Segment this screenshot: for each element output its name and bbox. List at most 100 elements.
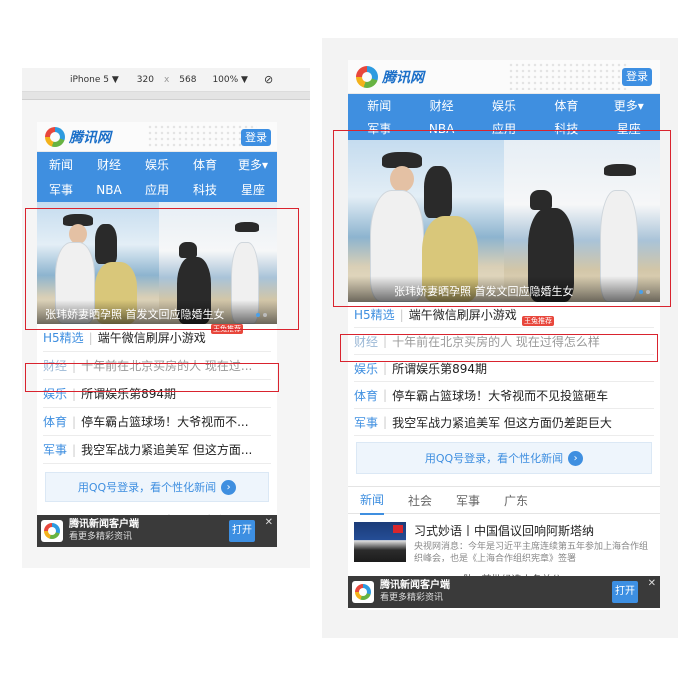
list-item-tag[interactable]: H5精选 bbox=[354, 306, 395, 323]
zoom-select[interactable]: 100% ▼ bbox=[212, 75, 248, 85]
list-item[interactable]: 军事 | 我空军战力紧追美军 但这方面仍差距巨大 bbox=[354, 409, 654, 436]
hair-shape bbox=[179, 242, 197, 258]
list-item-title[interactable]: 所谓娱乐第894期 bbox=[392, 360, 487, 377]
news-list: H5精选 | 端午微信刷屏小游戏 王兔推荐 财经 | 十年前在北京买房的人 现在… bbox=[37, 324, 277, 529]
site-logo-text[interactable]: 腾讯网 bbox=[382, 67, 424, 87]
nav-item-ent[interactable]: 娱乐 bbox=[133, 152, 181, 177]
nav-item-news[interactable]: 新闻 bbox=[37, 152, 85, 177]
nav-item-more[interactable]: 更多▾ bbox=[598, 94, 660, 117]
list-item-tag[interactable]: 财经 bbox=[354, 333, 378, 350]
banner-carousel[interactable]: 张玮娇妻晒孕照 首发文回应隐婚生女 bbox=[37, 202, 277, 324]
nav-item-finance[interactable]: 财经 bbox=[85, 152, 133, 177]
nav-item-astro[interactable]: 星座 bbox=[229, 177, 277, 202]
nav-item-military[interactable]: 军事 bbox=[37, 177, 85, 202]
width-field[interactable]: 320 bbox=[137, 75, 154, 85]
channel-nav: 新闻 财经 娱乐 体育 更多▾ 军事 NBA 应用 科技 星座 bbox=[37, 152, 277, 202]
open-app-button[interactable]: 打开 bbox=[612, 581, 638, 603]
mobile-page-left: 腾讯网 登录 新闻 财经 娱乐 体育 更多▾ 军事 NBA 应用 科技 星座 张… bbox=[37, 122, 277, 547]
times-label: x bbox=[163, 74, 170, 85]
list-item-title[interactable]: 我空军战力紧追美军 但这方面... bbox=[81, 441, 252, 458]
list-item[interactable]: 财经 | 十年前在北京买房的人 现在过得怎么样 bbox=[354, 328, 654, 355]
tab-guangdong[interactable]: 广东 bbox=[504, 492, 528, 509]
face-shape bbox=[390, 166, 414, 192]
nav-item-apps[interactable]: 应用 bbox=[133, 177, 181, 202]
list-item-title[interactable]: 端午微信刷屏小游戏 bbox=[409, 306, 517, 323]
app-name: 腾讯新闻客户端 bbox=[380, 580, 450, 591]
article-title[interactable]: 习式妙语丨中国倡议回响阿斯塔纳 bbox=[414, 522, 654, 539]
article-item[interactable]: 习式妙语丨中国倡议回响阿斯塔纳 央视网消息：今年是习近平主席连续第五年参加上海合… bbox=[348, 514, 660, 565]
carousel-dots[interactable] bbox=[639, 290, 650, 294]
list-item-tag[interactable]: 财经 bbox=[43, 357, 67, 374]
news-list: H5精选 | 端午微信刷屏小游戏 王兔推荐 财经 | 十年前在北京买房的人 现在… bbox=[348, 302, 660, 474]
qq-logo-icon bbox=[45, 126, 65, 147]
nav-item-ent[interactable]: 娱乐 bbox=[473, 94, 535, 117]
list-item[interactable]: H5精选 | 端午微信刷屏小游戏 王兔推荐 bbox=[43, 324, 271, 352]
list-item-tag[interactable]: 军事 bbox=[354, 414, 378, 431]
list-item-title[interactable]: 我空军战力紧追美军 但这方面仍差距巨大 bbox=[392, 414, 612, 431]
close-icon[interactable]: ✕ bbox=[265, 517, 273, 528]
app-download-bar: 腾讯新闻客户端 看更多精彩资讯 打开 ✕ bbox=[37, 515, 277, 547]
list-item[interactable]: 娱乐 | 所谓娱乐第894期 bbox=[43, 380, 271, 408]
list-item[interactable]: 财经 | 十年前在北京买房的人 现在过... bbox=[43, 352, 271, 380]
hair-shape bbox=[530, 190, 552, 210]
app-download-bar: 腾讯新闻客户端 看更多精彩资讯 打开 ✕ bbox=[348, 576, 660, 608]
list-item[interactable]: 娱乐 | 所谓娱乐第894期 bbox=[354, 355, 654, 382]
list-item-tag[interactable]: 体育 bbox=[354, 387, 378, 404]
hat-shape bbox=[604, 164, 636, 176]
list-item-title[interactable]: 所谓娱乐第894期 bbox=[81, 385, 176, 402]
nav-item-apps[interactable]: 应用 bbox=[473, 117, 535, 140]
nav-item-nba[interactable]: NBA bbox=[85, 177, 133, 202]
app-icon bbox=[352, 581, 374, 603]
face-shape bbox=[69, 224, 87, 244]
nav-item-military[interactable]: 军事 bbox=[348, 117, 410, 140]
nav-item-more[interactable]: 更多▾ bbox=[229, 152, 277, 177]
app-subtitle: 看更多精彩资讯 bbox=[69, 532, 133, 542]
list-item-tag[interactable]: 娱乐 bbox=[43, 385, 67, 402]
list-item-tag[interactable]: 娱乐 bbox=[354, 360, 378, 377]
site-logo-text[interactable]: 腾讯网 bbox=[69, 127, 111, 147]
app-subtitle: 看更多精彩资讯 bbox=[380, 593, 444, 603]
list-item[interactable]: 体育 | 停车霸占篮球场！大爷视而不见投篮砸车 bbox=[354, 382, 654, 409]
article-thumbnail bbox=[354, 522, 406, 562]
open-app-button[interactable]: 打开 bbox=[229, 520, 255, 542]
qq-login-button[interactable]: 用QQ号登录，看个性化新闻 › bbox=[356, 442, 652, 474]
device-toolbar: iPhone 5 ▼ 320 x 568 100% ▼ ⊘ bbox=[22, 68, 310, 92]
list-item-tag[interactable]: 军事 bbox=[43, 441, 67, 458]
carousel-dots[interactable] bbox=[256, 313, 267, 317]
nav-item-sports[interactable]: 体育 bbox=[535, 94, 597, 117]
tab-news[interactable]: 新闻 bbox=[360, 486, 385, 515]
rotate-icon[interactable]: ⊘ bbox=[264, 73, 273, 86]
banner-carousel[interactable]: 张玮娇妻晒孕照 首发文回应隐婚生女 bbox=[348, 140, 660, 302]
app-name: 腾讯新闻客户端 bbox=[69, 519, 139, 530]
list-item-title[interactable]: 十年前在北京买房的人 现在过得怎么样 bbox=[392, 333, 600, 350]
device-select[interactable]: iPhone 5 ▼ bbox=[70, 75, 119, 85]
tab-society[interactable]: 社会 bbox=[408, 492, 432, 509]
list-item-tag[interactable]: H5精选 bbox=[43, 329, 84, 346]
list-item-title[interactable]: 停车霸占篮球场！大爷视而不见投篮砸车 bbox=[392, 387, 608, 404]
nav-item-nba[interactable]: NBA bbox=[410, 117, 472, 140]
login-button[interactable]: 登录 bbox=[241, 129, 271, 146]
world-map-dots bbox=[508, 62, 628, 90]
list-item-title[interactable]: 端午微信刷屏小游戏 bbox=[98, 329, 206, 346]
nav-item-news[interactable]: 新闻 bbox=[348, 94, 410, 117]
nav-item-tech[interactable]: 科技 bbox=[181, 177, 229, 202]
list-item-title[interactable]: 停车霸占篮球场！大爷视而不... bbox=[81, 413, 248, 430]
nav-item-finance[interactable]: 财经 bbox=[410, 94, 472, 117]
list-item-tag[interactable]: 体育 bbox=[43, 413, 67, 430]
article-summary: 央视网消息：今年是习近平主席连续第五年参加上海合作组织峰会，也是《上海合作组织宪… bbox=[414, 542, 649, 564]
list-item[interactable]: 军事 | 我空军战力紧追美军 但这方面... bbox=[43, 436, 271, 464]
list-item[interactable]: 体育 | 停车霸占篮球场！大爷视而不... bbox=[43, 408, 271, 436]
tab-military[interactable]: 军事 bbox=[456, 492, 480, 509]
nav-item-astro[interactable]: 星座 bbox=[598, 117, 660, 140]
qq-login-button[interactable]: 用QQ号登录，看个性化新闻 › bbox=[45, 472, 269, 502]
login-button[interactable]: 登录 bbox=[622, 68, 652, 86]
recommend-badge: 王兔推荐 bbox=[211, 324, 243, 334]
qq-login-label: 用QQ号登录，看个性化新闻 bbox=[424, 452, 564, 465]
list-item[interactable]: H5精选 | 端午微信刷屏小游戏 王兔推荐 bbox=[354, 302, 654, 328]
hat-shape bbox=[235, 222, 259, 232]
list-item-title[interactable]: 十年前在北京买房的人 现在过... bbox=[81, 357, 252, 374]
height-field[interactable]: 568 bbox=[179, 75, 196, 85]
nav-item-tech[interactable]: 科技 bbox=[535, 117, 597, 140]
close-icon[interactable]: ✕ bbox=[648, 578, 656, 589]
nav-item-sports[interactable]: 体育 bbox=[181, 152, 229, 177]
